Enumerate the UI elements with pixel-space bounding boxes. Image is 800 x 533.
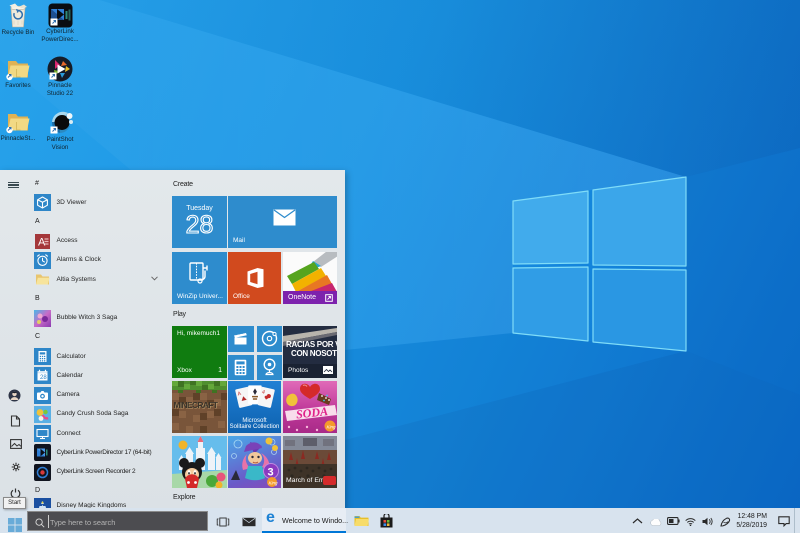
svg-text:King: King <box>327 425 337 430</box>
svg-text:King: King <box>269 481 279 486</box>
svg-text:3: 3 <box>268 467 274 479</box>
svg-text:SODA: SODA <box>295 404 328 421</box>
svg-text:28: 28 <box>40 375 47 381</box>
svg-text:A: A <box>38 236 46 248</box>
